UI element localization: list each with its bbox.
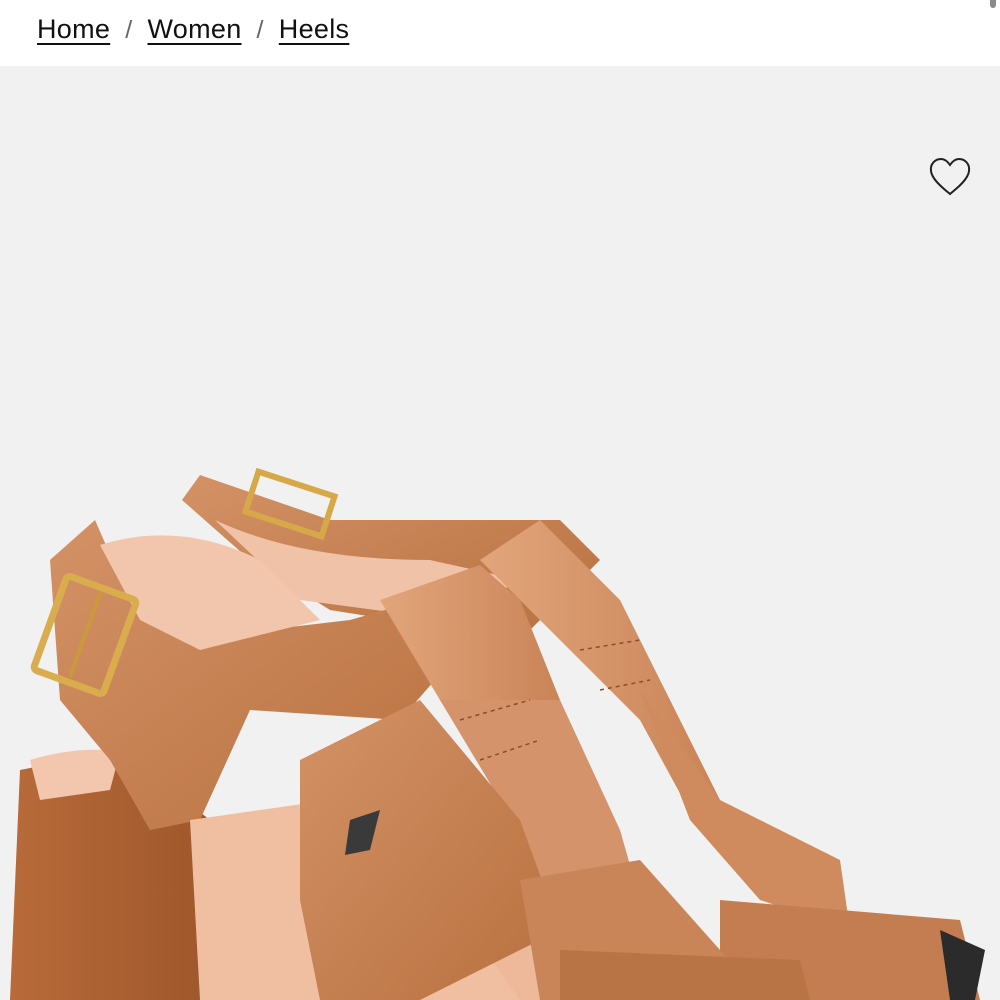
scrollbar-thumb[interactable] xyxy=(990,0,996,8)
product-page: Home / Women / Heels xyxy=(0,0,1000,1000)
breadcrumb-bar: Home / Women / Heels xyxy=(0,0,1000,66)
heart-outline-icon xyxy=(929,157,971,196)
breadcrumb-heels-link[interactable]: Heels xyxy=(279,14,350,45)
breadcrumb-home-link[interactable]: Home xyxy=(37,14,110,45)
breadcrumb: Home / Women / Heels xyxy=(37,14,349,45)
sandal-photo xyxy=(10,467,985,1000)
breadcrumb-women-link[interactable]: Women xyxy=(147,14,241,45)
breadcrumb-separator: / xyxy=(125,16,133,44)
wishlist-button[interactable] xyxy=(926,154,974,202)
product-image[interactable] xyxy=(0,66,1000,1000)
breadcrumb-separator: / xyxy=(256,16,264,44)
